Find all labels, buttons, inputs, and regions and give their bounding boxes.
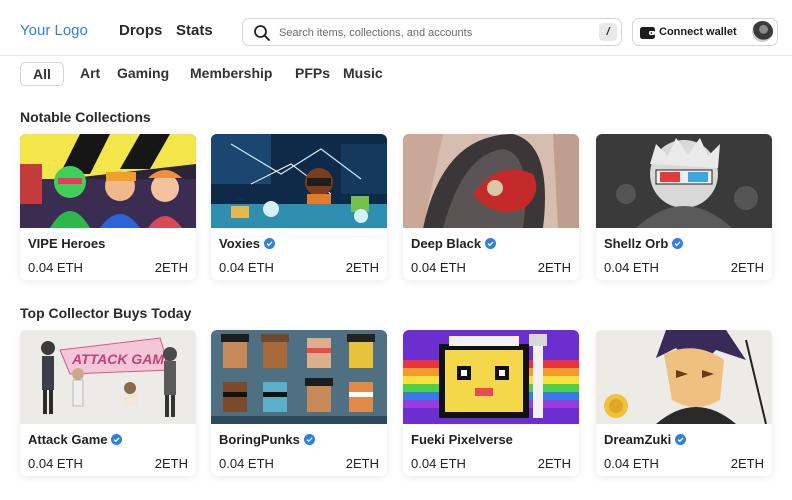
verified-badge-icon (263, 238, 275, 249)
floor-price: 0.04 ETH (219, 260, 274, 275)
collection-image (20, 134, 196, 228)
collection-image (403, 134, 579, 228)
nav-link-drops[interactable]: Drops (119, 22, 162, 39)
collection-name: VIPE Heroes (28, 236, 106, 251)
collection-card-shellz-orb[interactable]: Shellz Orb 0.04 ETH 2ETH (596, 134, 772, 280)
volume: 2ETH (345, 260, 379, 275)
verified-badge-icon (672, 238, 684, 249)
top-header: Your Logo Drops Stats / Connect wallet (0, 0, 792, 56)
floor-price: 0.04 ETH (28, 456, 83, 471)
search-input[interactable] (279, 23, 589, 42)
collection-image (403, 330, 579, 424)
verified-badge-icon (111, 434, 123, 445)
floor-price: 0.04 ETH (219, 456, 274, 471)
verified-badge-icon (303, 434, 315, 445)
collection-name: Attack Game (28, 432, 123, 447)
collection-card-attack-game[interactable]: ATTACK GAME Attack Game 0.04 ETH 2ETH (20, 330, 196, 476)
collection-card-vipe-heroes[interactable]: VIPE Heroes 0.04 ETH 2ETH (20, 134, 196, 280)
floor-price: 0.04 ETH (28, 260, 83, 275)
volume: 2ETH (730, 260, 764, 275)
floor-price: 0.04 ETH (411, 260, 466, 275)
floor-price: 0.04 ETH (604, 260, 659, 275)
volume: 2ETH (730, 456, 764, 471)
collection-card-voxies[interactable]: Voxies 0.04 ETH 2ETH (211, 134, 387, 280)
site-logo[interactable]: Your Logo (20, 22, 88, 39)
verified-badge-icon (675, 434, 687, 445)
collection-name: Deep Black (411, 236, 497, 251)
collection-card-boringpunks[interactable]: BoringPunks 0.04 ETH 2ETH (211, 330, 387, 476)
category-tab-music[interactable]: Music (343, 62, 383, 86)
floor-price: 0.04 ETH (411, 456, 466, 471)
collection-card-deep-black[interactable]: Deep Black 0.04 ETH 2ETH (403, 134, 579, 280)
connect-wallet-label: Connect wallet (659, 26, 737, 38)
section-title-top-collector-buys: Top Collector Buys Today (20, 305, 192, 321)
category-tab-pfps[interactable]: PFPs (295, 62, 330, 86)
collection-name: Fueki Pixelverse (411, 432, 513, 447)
artwork-title: ATTACK GAME (71, 351, 174, 367)
collection-name: Voxies (219, 236, 275, 251)
volume: 2ETH (537, 260, 571, 275)
category-tab-membership[interactable]: Membership (190, 62, 272, 86)
collection-image (211, 134, 387, 228)
user-avatar[interactable] (752, 21, 773, 42)
collection-image (596, 134, 772, 228)
search-bar[interactable]: / (242, 18, 622, 46)
category-tab-all[interactable]: All (20, 62, 64, 86)
search-shortcut-key: / (599, 23, 617, 41)
collection-card-fueki-pixelverse[interactable]: Fueki Pixelverse 0.04 ETH 2ETH (403, 330, 579, 476)
category-tab-art[interactable]: Art (80, 62, 100, 86)
collection-image (596, 330, 772, 424)
volume: 2ETH (154, 260, 188, 275)
section-title-notable: Notable Collections (20, 109, 151, 125)
volume: 2ETH (345, 456, 379, 471)
category-tab-gaming[interactable]: Gaming (117, 62, 169, 86)
verified-badge-icon (485, 238, 497, 249)
collection-name: Shellz Orb (604, 236, 684, 251)
collection-image: ATTACK GAME (20, 330, 196, 424)
volume: 2ETH (154, 456, 188, 471)
collection-name: DreamZuki (604, 432, 687, 447)
floor-price: 0.04 ETH (604, 456, 659, 471)
collection-name: BoringPunks (219, 432, 315, 447)
collection-card-dreamzuki[interactable]: DreamZuki 0.04 ETH 2ETH (596, 330, 772, 476)
search-icon (254, 25, 270, 41)
wallet-icon (640, 27, 655, 39)
nav-link-stats[interactable]: Stats (176, 22, 213, 39)
volume: 2ETH (537, 456, 571, 471)
collection-image (211, 330, 387, 424)
